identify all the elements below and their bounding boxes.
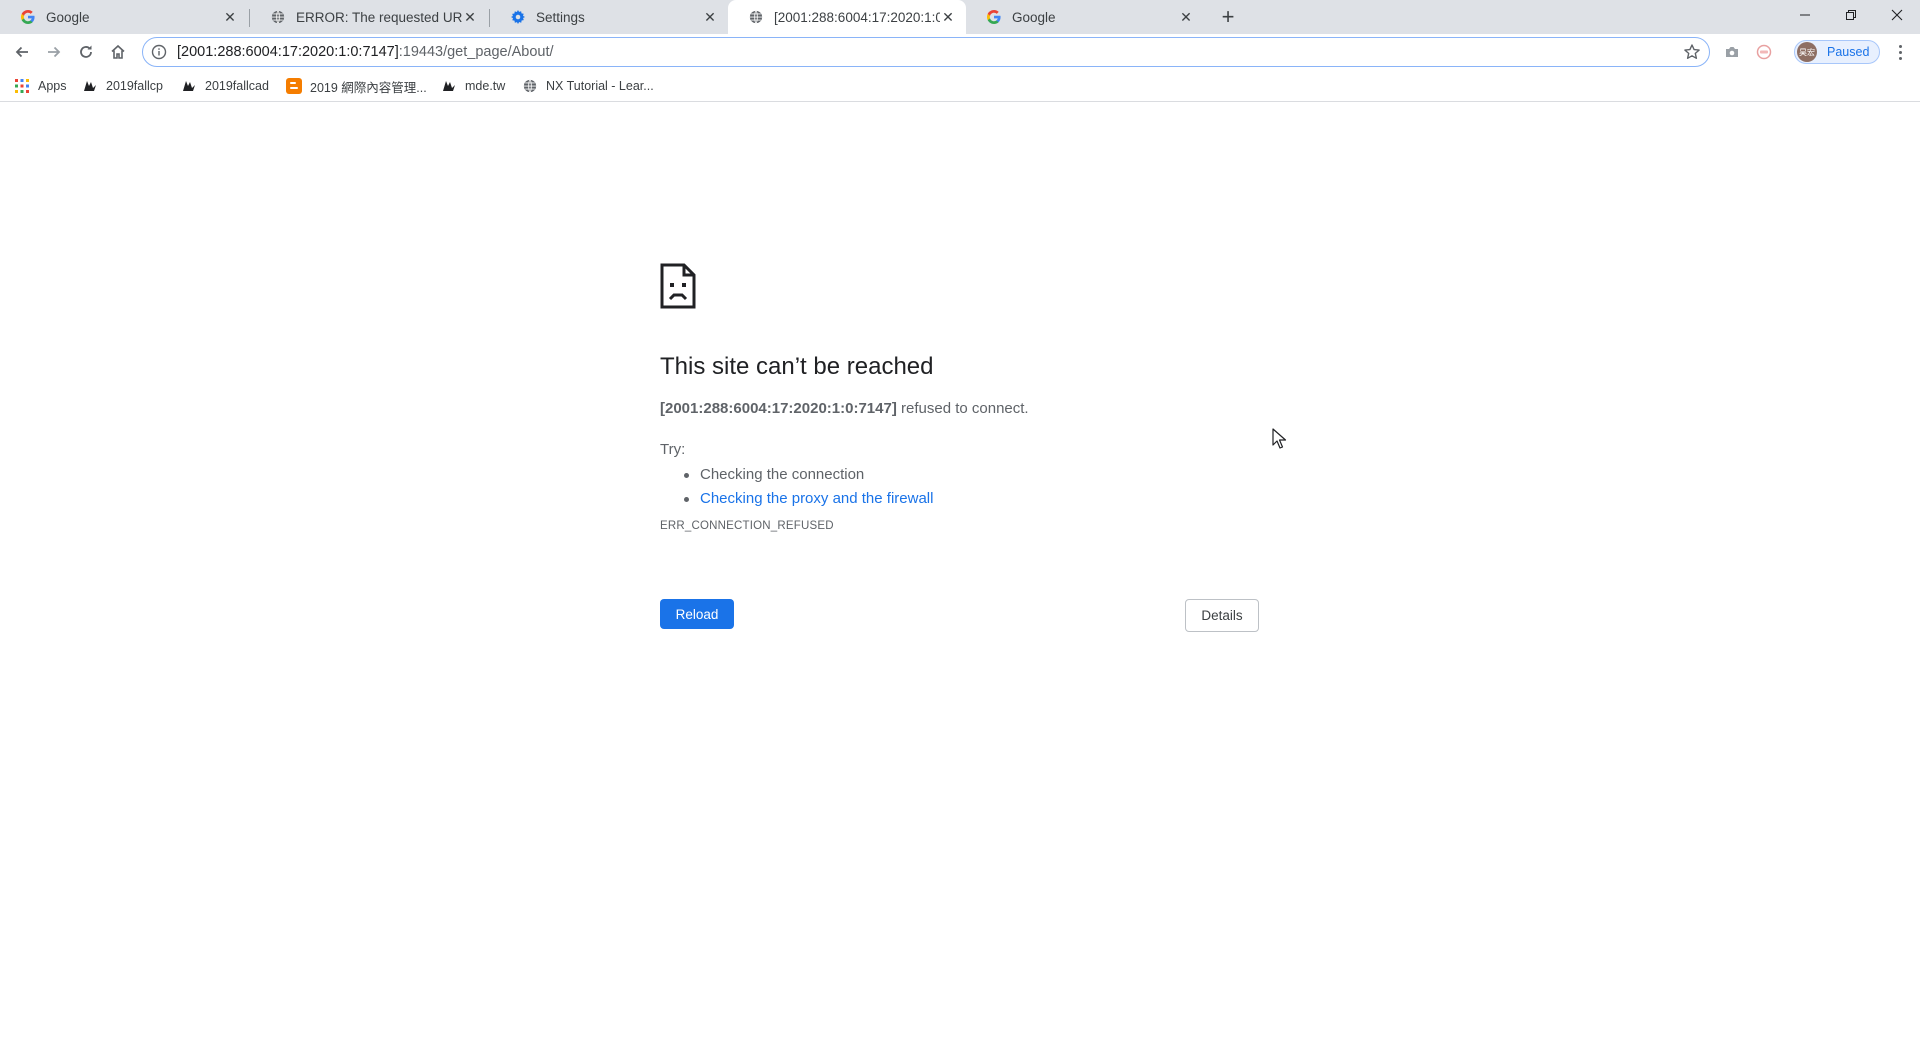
tab-settings[interactable]: Settings ✕ xyxy=(490,0,728,34)
restore-icon xyxy=(1846,10,1856,20)
mouse-cursor-icon xyxy=(1272,428,1287,449)
profile-status: Paused xyxy=(1827,45,1870,59)
close-tab-icon[interactable]: ✕ xyxy=(940,9,956,25)
info-icon[interactable] xyxy=(151,44,167,60)
tab-title: Google xyxy=(1012,9,1056,25)
tab-active-ipv6[interactable]: [2001:288:6004:17:2020:1:0:714 ✕ xyxy=(728,0,966,34)
tab-title: Settings xyxy=(536,9,585,25)
close-tab-icon[interactable]: ✕ xyxy=(462,9,478,25)
google-icon xyxy=(986,9,1002,25)
suggestion-item: Checking the connection xyxy=(682,463,933,487)
bookmark-logo-icon xyxy=(181,78,197,94)
gear-icon xyxy=(510,9,526,25)
home-button[interactable] xyxy=(104,38,132,66)
minimize-icon xyxy=(1800,14,1810,16)
proxy-firewall-link[interactable]: Checking the proxy and the firewall xyxy=(700,490,933,507)
close-tab-icon[interactable]: ✕ xyxy=(702,9,718,25)
bookmark-label: 2019fallcad xyxy=(205,79,269,93)
profile-paused-button[interactable]: 昊宏 Paused xyxy=(1794,40,1880,64)
avatar: 昊宏 xyxy=(1797,42,1817,62)
close-tab-icon[interactable]: ✕ xyxy=(222,9,238,25)
restore-button[interactable] xyxy=(1828,0,1874,30)
error-message: refused to connect. xyxy=(896,400,1029,417)
url-path: :19443/get_page/About/ xyxy=(398,44,554,60)
home-icon xyxy=(111,44,125,59)
bookmark-logo-icon xyxy=(441,78,457,94)
try-label: Try: xyxy=(660,441,686,458)
globe-icon xyxy=(522,78,538,94)
bookmark-label: NX Tutorial - Lear... xyxy=(546,79,654,93)
error-description: [2001:288:6004:17:2020:1:0:7147] refused… xyxy=(660,400,1029,417)
camera-extension-button[interactable] xyxy=(1722,42,1742,62)
new-tab-button[interactable]: + xyxy=(1216,4,1240,29)
tab-title: ERROR: The requested URL cou xyxy=(296,9,462,25)
back-arrow-icon xyxy=(15,46,28,58)
bookmark-apps[interactable]: Apps xyxy=(14,76,67,96)
bookmark-label: Apps xyxy=(38,79,67,93)
more-dots-icon xyxy=(1898,44,1902,48)
reload-button[interactable]: Reload xyxy=(660,599,734,629)
bookmark-2019fallcad[interactable]: 2019fallcad xyxy=(181,76,269,96)
tab-title: Google xyxy=(46,9,90,25)
forward-button[interactable] xyxy=(40,38,68,66)
close-icon xyxy=(1891,9,1903,21)
globe-icon xyxy=(748,9,764,25)
url-host: [2001:288:6004:17:2020:1:0:7147] xyxy=(177,44,399,60)
bookmark-logo-icon xyxy=(82,78,98,94)
reload-button[interactable] xyxy=(72,38,100,66)
tab-strip: Google ✕ ERROR: The requested URL cou ✕ … xyxy=(0,0,1920,34)
extension-button[interactable] xyxy=(1754,42,1774,62)
bookmark-2019-content-mgmt[interactable]: 2019 網際內容管理... xyxy=(286,76,427,96)
address-bar[interactable]: [2001:288:6004:17:2020:1:0:7147]:19443/g… xyxy=(142,37,1710,67)
sad-document-icon xyxy=(660,263,696,309)
google-icon xyxy=(20,9,36,25)
tab-title: [2001:288:6004:17:2020:1:0:714 xyxy=(774,9,940,25)
bookmarks-bar: Apps 2019fallcp 2019fallcad 2019 網際內容管理.… xyxy=(0,70,1920,102)
bookmark-label: 2019 網際內容管理... xyxy=(310,80,427,95)
more-menu-button[interactable] xyxy=(1890,42,1910,62)
error-host: [2001:288:6004:17:2020:1:0:7147] xyxy=(660,400,897,417)
details-button[interactable]: Details xyxy=(1185,599,1259,632)
extension-badge-icon xyxy=(1756,44,1772,60)
globe-icon xyxy=(270,9,286,25)
tab-google-2[interactable]: Google ✕ xyxy=(966,0,1204,34)
close-window-button[interactable] xyxy=(1874,0,1920,30)
page-content: This site can’t be reached [2001:288:600… xyxy=(0,103,1920,1040)
toolbar: [2001:288:6004:17:2020:1:0:7147]:19443/g… xyxy=(0,34,1920,70)
reload-icon xyxy=(80,45,92,58)
close-tab-icon[interactable]: ✕ xyxy=(1178,9,1194,25)
minimize-button[interactable] xyxy=(1782,0,1828,30)
url-text: [2001:288:6004:17:2020:1:0:7147]:19443/g… xyxy=(177,44,554,60)
suggestions-list: Checking the connection Checking the pro… xyxy=(682,463,933,511)
tab-error[interactable]: ERROR: The requested URL cou ✕ xyxy=(250,0,488,34)
bookmark-mde-tw[interactable]: mde.tw xyxy=(441,76,505,96)
tab-google-1[interactable]: Google ✕ xyxy=(0,0,248,34)
bookmark-star-icon[interactable] xyxy=(1683,43,1701,61)
back-button[interactable] xyxy=(8,38,36,66)
apps-grid-icon xyxy=(14,78,30,94)
suggestion-item: Checking the proxy and the firewall xyxy=(682,487,933,511)
bookmark-nx-tutorial[interactable]: NX Tutorial - Lear... xyxy=(522,76,654,96)
blogger-icon xyxy=(286,78,302,94)
bookmark-2019fallcp[interactable]: 2019fallcp xyxy=(82,76,163,96)
error-code: ERR_CONNECTION_REFUSED xyxy=(660,520,834,532)
bookmark-label: 2019fallcp xyxy=(106,79,163,93)
forward-arrow-icon xyxy=(48,46,61,58)
error-heading: This site can’t be reached xyxy=(660,353,934,380)
camera-icon xyxy=(1726,47,1738,57)
bookmark-label: mde.tw xyxy=(465,79,506,93)
